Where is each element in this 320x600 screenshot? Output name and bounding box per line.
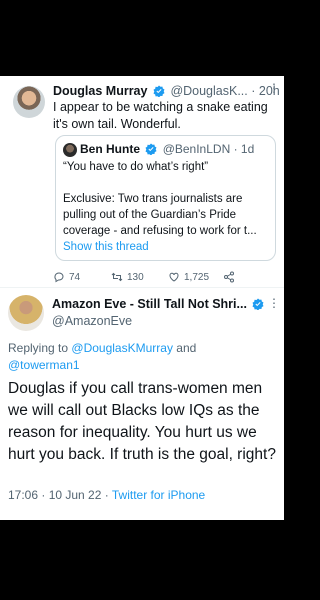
quoted-tweet[interactable]: Ben Hunte @BenInLDN · 1d “You have to do… <box>55 135 276 261</box>
retweet-button[interactable]: 130 <box>111 271 144 283</box>
share-button[interactable] <box>223 271 235 283</box>
source-link[interactable]: Twitter for iPhone <box>112 488 205 502</box>
tweet-text: Douglas if you call trans-women men we w… <box>8 380 276 463</box>
avatar[interactable] <box>13 86 45 118</box>
avatar <box>63 143 77 157</box>
share-icon <box>224 271 234 283</box>
handle[interactable]: @AmazonEve <box>52 314 132 328</box>
reply-count: 74 <box>69 271 81 283</box>
display-name[interactable]: Douglas Murray <box>53 84 147 98</box>
display-name: Ben Hunte <box>80 142 140 156</box>
timestamp: 1d <box>240 142 255 156</box>
replying-to: Replying to @DouglasKMurray and @towerma… <box>8 340 278 374</box>
reply-button[interactable]: 74 <box>53 271 80 283</box>
separator: · <box>233 142 238 156</box>
heart-icon <box>169 272 179 282</box>
tweet-actions: 74 130 1,725 <box>53 271 253 287</box>
tweet-douglas-murray[interactable]: Douglas Murray @DouglasK... · 20h ⋮ I ap… <box>0 76 284 288</box>
quoted-tweet-text: “You have to do what’s right” Exclusive:… <box>63 159 271 255</box>
tweet-meta: 17:06 · 10 Jun 22 · Twitter for iPhone <box>8 488 205 502</box>
handle[interactable]: @DouglasK... <box>170 84 247 98</box>
quote-line: “You have to do what’s right” <box>63 161 209 173</box>
mention-link[interactable]: @DouglasKMurray <box>71 341 173 355</box>
tweet-header: Amazon Eve - Still Tall Not Shri... <box>52 297 282 311</box>
handle: @BenInLDN <box>162 142 231 156</box>
display-name[interactable]: Amazon Eve - Still Tall Not Shri... <box>52 297 247 311</box>
avatar[interactable] <box>8 295 44 331</box>
verified-badge-icon <box>252 298 264 310</box>
retweet-count: 130 <box>127 271 144 283</box>
quoted-tweet-header: Ben Hunte @BenInLDN · 1d <box>80 142 275 156</box>
timestamp[interactable]: 17:06 · 10 Jun 22 · <box>8 488 112 502</box>
divider <box>0 287 284 288</box>
replying-and: and <box>176 341 197 355</box>
show-thread-link[interactable]: Show this thread <box>63 239 271 255</box>
separator: · <box>251 84 256 98</box>
verified-badge-icon <box>153 85 165 97</box>
tweet-text: I appear to be watching a snake eating i… <box>53 100 268 131</box>
like-count: 1,725 <box>184 271 210 283</box>
like-button[interactable]: 1,725 <box>168 271 209 283</box>
quote-line: Exclusive: Two trans journalists are pul… <box>63 193 257 237</box>
more-icon[interactable]: ⋮ <box>268 297 280 309</box>
more-icon[interactable]: ⋮ <box>268 82 280 94</box>
replying-prefix: Replying to <box>8 341 69 355</box>
retweet-icon <box>111 272 123 282</box>
verified-badge-icon <box>145 143 157 155</box>
tweet-card: Douglas Murray @DouglasK... · 20h ⋮ I ap… <box>0 76 284 520</box>
tweet-header: Douglas Murray @DouglasK... · 20h <box>53 84 283 100</box>
reply-icon <box>54 272 64 283</box>
mention-link[interactable]: @towerman1 <box>8 358 80 372</box>
